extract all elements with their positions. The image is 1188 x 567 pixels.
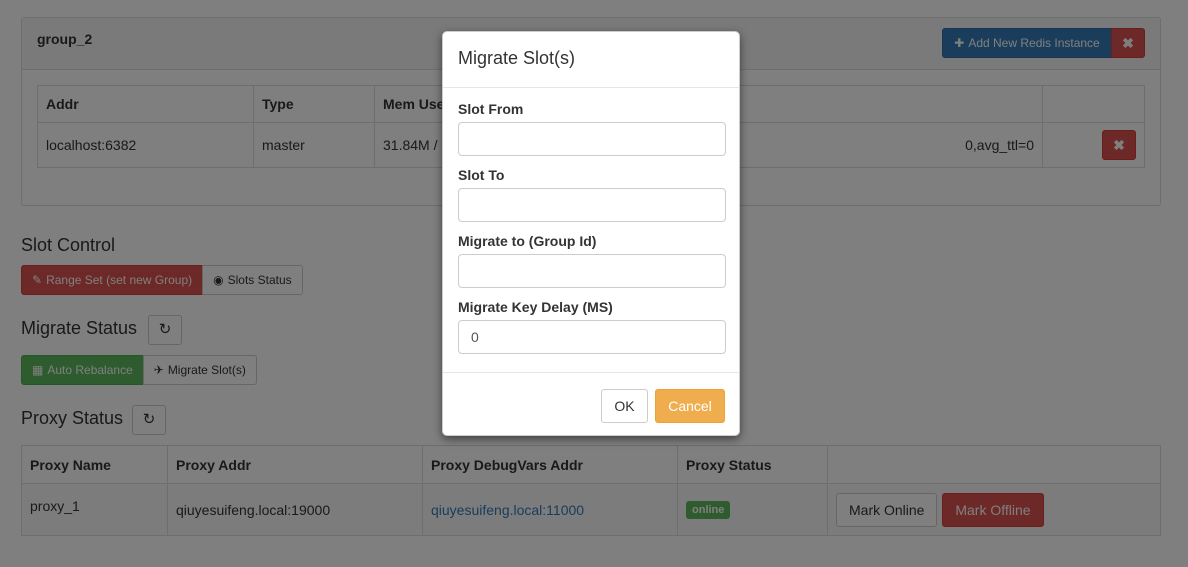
slot-to-label: Slot To — [458, 167, 505, 183]
modal-header: Migrate Slot(s) — [443, 32, 739, 88]
delay-label: Migrate Key Delay (MS) — [458, 299, 613, 315]
slot-from-label: Slot From — [458, 101, 524, 117]
modal-footer: OK Cancel — [443, 372, 739, 436]
modal-title: Migrate Slot(s) — [458, 48, 576, 68]
migrate-slots-modal: Migrate Slot(s) Slot From Slot To Migrat… — [442, 31, 740, 436]
ok-button[interactable]: OK — [601, 389, 648, 423]
slot-from-input[interactable] — [458, 122, 726, 156]
delay-input[interactable] — [458, 320, 726, 354]
group-id-label: Migrate to (Group Id) — [458, 233, 597, 249]
cancel-button[interactable]: Cancel — [655, 389, 725, 423]
modal-body: Slot From Slot To Migrate to (Group Id) … — [443, 88, 739, 364]
group-id-input[interactable] — [458, 254, 726, 288]
slot-to-input[interactable] — [458, 188, 726, 222]
